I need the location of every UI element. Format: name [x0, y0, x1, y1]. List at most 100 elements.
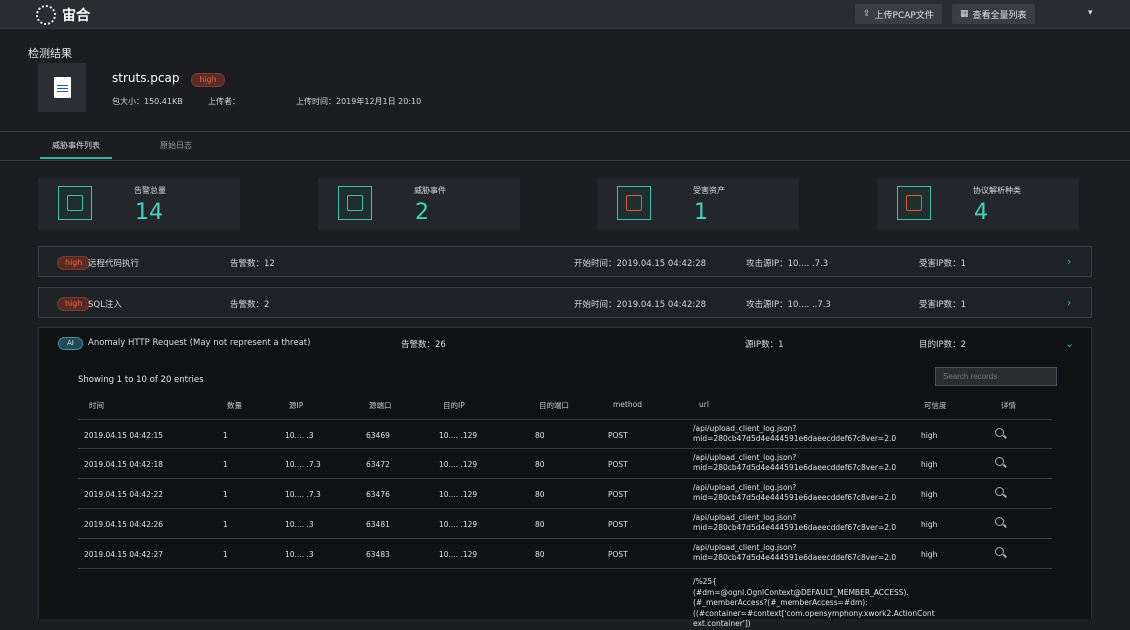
logo-icon	[36, 5, 56, 25]
severity-badge: high	[57, 256, 91, 270]
url-line: (#_memberAccess?(#_memberAccess=#dm):	[693, 598, 868, 607]
page-title: 检测结果	[28, 47, 72, 60]
upload-pcap-button[interactable]: ⇪ 上传PCAP文件	[855, 4, 942, 24]
file-size: 包大小：150.41KB	[112, 97, 183, 106]
cell-dst-port: 80	[535, 520, 545, 529]
cell-dst-ip: 10.... .129	[439, 550, 478, 559]
event-start: 开始时间：2019.04.15 04:42:28	[574, 259, 707, 269]
col-header[interactable]: 源IP	[289, 400, 303, 411]
cell-dst-ip: 10.... .129	[439, 520, 478, 529]
chevron-right-icon[interactable]: ›	[1067, 255, 1071, 268]
col-header[interactable]: 源端口	[369, 400, 392, 411]
col-header[interactable]: method	[613, 400, 642, 409]
cell-dst-ip: 10.... .129	[439, 431, 478, 440]
cell-time: 2019.04.15 04:42:15	[84, 431, 164, 440]
active-tab-indicator	[40, 157, 112, 159]
cell-dst-port: 80	[535, 490, 545, 499]
view-all-list-label: 查看全量列表	[972, 10, 1027, 21]
event-row-rce[interactable]: high 远程代码执行 告警数：12 开始时间：2019.04.15 04:42…	[38, 246, 1092, 277]
tab-raw-logs[interactable]: 原始日志	[160, 140, 192, 151]
cell-count: 1	[223, 460, 228, 469]
col-header[interactable]: 时间	[89, 400, 104, 411]
col-header[interactable]: url	[699, 400, 709, 409]
search-input[interactable]	[935, 367, 1057, 386]
file-name: struts.pcap	[112, 71, 180, 85]
event-icon	[338, 186, 372, 220]
cell-src-port: 63476	[366, 490, 390, 499]
event-start: 开始时间：2019.04.15 04:42:28	[574, 300, 707, 310]
logo-text: 宙合	[62, 8, 90, 24]
url-line: mid=280cb47d5d4e444591e6daeecddef67c8ver…	[693, 493, 897, 502]
col-header[interactable]: 目的IP	[443, 400, 465, 411]
stat-label: 协议解析种类	[973, 186, 1021, 195]
url-line: /api/upload_client_log.json?	[693, 424, 797, 433]
col-header[interactable]: 目的端口	[539, 400, 569, 411]
user-dropdown[interactable]: ▾	[1088, 8, 1093, 18]
entries-info: Showing 1 to 10 of 20 entries	[78, 375, 204, 385]
upload-pcap-label: 上传PCAP文件	[874, 10, 934, 21]
file-icon-box	[38, 63, 86, 112]
table-row: /%25{ (#dm=@ognl.OgnlContext@DEFAULT_MEM…	[78, 572, 1052, 628]
protocol-icon	[897, 186, 931, 220]
grid-icon: ▦	[960, 9, 969, 19]
table-row: 2019.04.15 04:42:15 1 10.... .3 63469 10…	[78, 419, 1052, 449]
anomaly-dst-count: 目的IP数：2	[919, 340, 967, 350]
upload-time: 上传时间：2019年12月1日 20:10	[296, 97, 422, 106]
cell-count: 1	[223, 520, 228, 529]
cell-method: POST	[608, 550, 628, 559]
search-icon[interactable]	[995, 547, 1004, 556]
url-line: ext.container'])	[693, 619, 751, 628]
stat-card-protocols: 协议解析种类 4	[877, 178, 1079, 230]
cell-dst-ip: 10.... .129	[439, 460, 478, 469]
col-header[interactable]: 详情	[1001, 400, 1016, 411]
cell-src-port: 63472	[366, 460, 390, 469]
stat-label: 受害资产	[693, 186, 725, 195]
file-name-row: struts.pcap high	[112, 71, 225, 87]
logo[interactable]: 宙合	[36, 5, 90, 25]
cell-src-port: 63469	[366, 431, 390, 440]
col-header[interactable]: 可信度	[924, 400, 947, 411]
cell-src-ip: 10.... .7.3	[285, 460, 321, 469]
view-all-list-button[interactable]: ▦ 查看全量列表	[952, 4, 1035, 24]
url-line: (#dm=@ognl.OgnlContext@DEFAULT_MEMBER_AC…	[693, 587, 909, 597]
cell-src-ip: 10.... .3	[285, 431, 314, 440]
event-victims: 受害IP数：1	[919, 259, 967, 269]
uploader: 上传者：	[208, 97, 240, 106]
cell-time: 2019.04.15 04:42:27	[84, 550, 164, 559]
chevron-right-icon[interactable]: ›	[1067, 296, 1071, 309]
alarm-icon	[58, 186, 92, 220]
cell-src-ip: 10.... .7.3	[285, 490, 321, 499]
tab-threat-events[interactable]: 威胁事件列表	[52, 140, 100, 151]
cell-trust: high	[921, 550, 938, 559]
stat-value: 14	[135, 200, 163, 225]
search-icon[interactable]	[995, 487, 1004, 496]
cell-url: /api/upload_client_log.json? mid=280cb47d…	[693, 453, 896, 473]
anomaly-src-count: 源IP数：1	[745, 340, 784, 350]
asset-icon	[617, 186, 651, 220]
event-name: SQL注入	[88, 300, 122, 310]
search-icon[interactable]	[995, 457, 1004, 466]
stat-card-alarms: 告警总量 14	[38, 178, 240, 230]
cell-url: /api/upload_client_log.json? mid=280cb47d…	[693, 513, 896, 533]
col-header[interactable]: 数量	[227, 400, 242, 411]
stat-label: 威胁事件	[414, 186, 446, 195]
severity-badge: high	[57, 297, 91, 311]
cell-count: 1	[223, 431, 228, 440]
event-name: 远程代码执行	[88, 259, 140, 269]
url-line: /api/upload_client_log.json?	[693, 513, 797, 522]
chevron-down-icon[interactable]: ⌄	[1065, 337, 1074, 350]
stat-label: 告警总量	[134, 186, 166, 195]
cell-dst-port: 80	[535, 460, 545, 469]
event-row-sqli[interactable]: high SQL注入 告警数：2 开始时间：2019.04.15 04:42:2…	[38, 287, 1092, 318]
document-icon	[53, 77, 71, 98]
stat-card-assets: 受害资产 1	[597, 178, 799, 230]
url-line: ((#container=#context['com.opensymphony.…	[693, 608, 935, 618]
stat-value: 1	[694, 200, 708, 225]
cell-src-port: 63481	[366, 520, 390, 529]
cell-dst-ip: 10.... .129	[439, 490, 478, 499]
cell-time: 2019.04.15 04:42:18	[84, 460, 164, 469]
url-line: mid=280cb47d5d4e444591e6daeecddef67c8ver…	[693, 553, 897, 562]
cell-src-ip: 10.... .3	[285, 520, 314, 529]
search-icon[interactable]	[995, 428, 1004, 437]
search-icon[interactable]	[995, 517, 1004, 526]
